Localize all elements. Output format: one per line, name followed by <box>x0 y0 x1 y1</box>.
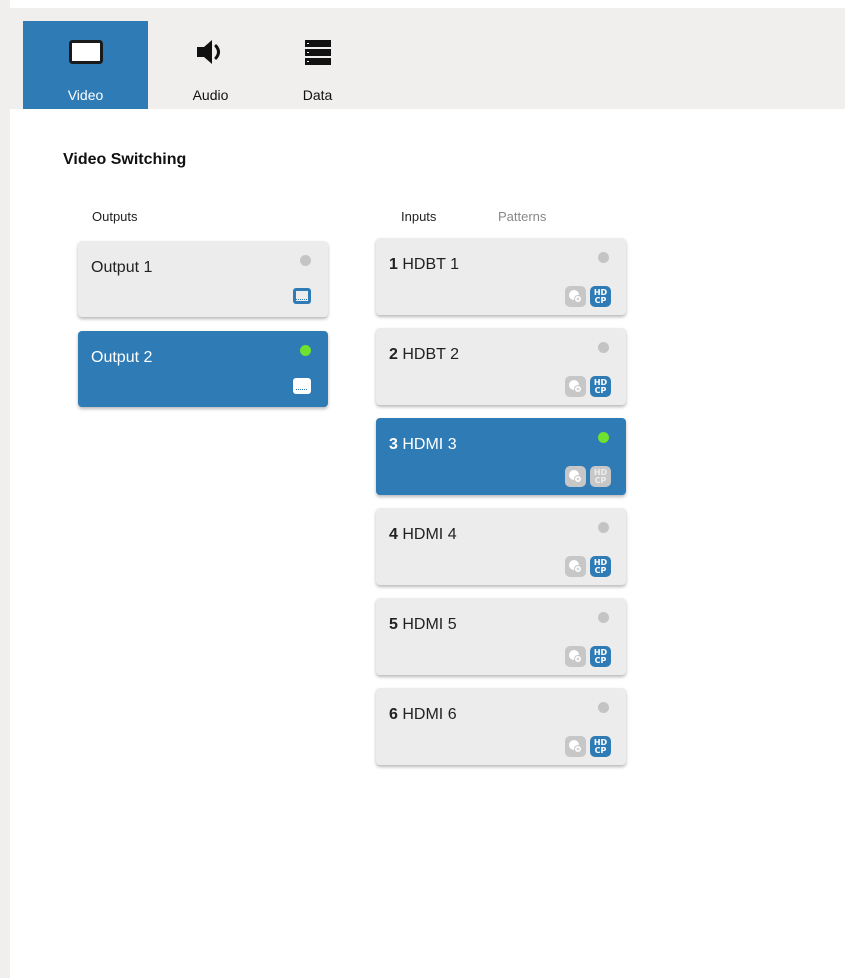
signal-indicator <box>300 345 311 356</box>
signal-indicator <box>598 252 609 263</box>
signal-indicator <box>598 432 609 443</box>
hdcp-text-line: CP <box>594 385 607 395</box>
monitor-icon <box>23 37 148 67</box>
input-name: HDMI 6 <box>402 706 457 723</box>
input-badges: HD CP <box>565 646 611 667</box>
hdcp-text: HD CP <box>594 648 607 665</box>
signal-indicator <box>598 342 609 353</box>
link-icon[interactable] <box>565 286 586 307</box>
link-icon[interactable] <box>565 646 586 667</box>
input-name: HDMI 3 <box>402 436 457 453</box>
tab-label: Data <box>302 87 333 103</box>
hdcp-text-line: CP <box>594 295 607 305</box>
input-card[interactable]: 5 HDMI 5 HD CP <box>376 598 626 675</box>
input-badges: HD CP <box>565 286 611 307</box>
patterns-header[interactable]: Patterns <box>498 209 546 224</box>
input-number: 4 <box>389 526 398 543</box>
input-name: HDBT 1 <box>402 256 459 273</box>
input-card[interactable]: 2 HDBT 2 HD CP <box>376 328 626 405</box>
output-label: Output 2 <box>91 349 153 366</box>
monitor-icon <box>292 287 312 305</box>
input-number: 2 <box>389 346 398 363</box>
input-number: 3 <box>389 436 398 453</box>
signal-indicator <box>598 522 609 533</box>
input-label: 1 HDBT 1 <box>389 256 459 274</box>
hdcp-text: HD CP <box>594 288 607 305</box>
tab-label: Video <box>67 87 104 103</box>
signal-indicator <box>598 702 609 713</box>
input-card[interactable]: 4 HDMI 4 HD CP <box>376 508 626 585</box>
page-title: Video Switching <box>63 151 187 168</box>
input-label: 5 HDMI 5 <box>389 616 457 634</box>
hdcp-text-line: CP <box>594 475 607 485</box>
server-icon <box>255 37 380 67</box>
hdcp-text-line: CP <box>594 565 607 575</box>
input-label: 2 HDBT 2 <box>389 346 459 364</box>
input-name: HDMI 4 <box>402 526 457 543</box>
input-label: 6 HDMI 6 <box>389 706 457 724</box>
output-label: Output 1 <box>91 259 153 276</box>
output-card[interactable]: Output 2 <box>78 331 328 407</box>
output-card[interactable]: Output 1 <box>78 241 328 317</box>
signal-indicator <box>598 612 609 623</box>
input-card[interactable]: 1 HDBT 1 HD CP <box>376 238 626 315</box>
input-number: 1 <box>389 256 398 273</box>
signal-indicator <box>300 255 311 266</box>
hdcp-icon[interactable]: HD CP <box>590 376 611 397</box>
link-icon[interactable] <box>565 556 586 577</box>
link-icon[interactable] <box>565 736 586 757</box>
hdcp-text-line: CP <box>594 745 607 755</box>
hdcp-icon[interactable]: HD CP <box>590 736 611 757</box>
hdcp-text: HD CP <box>594 558 607 575</box>
outputs-header: Outputs <box>92 209 138 224</box>
input-name: HDBT 2 <box>402 346 459 363</box>
input-badges: HD CP <box>565 376 611 397</box>
input-number: 6 <box>389 706 398 723</box>
link-icon[interactable] <box>565 466 586 487</box>
hdcp-text: HD CP <box>594 468 607 485</box>
link-icon[interactable] <box>565 376 586 397</box>
hdcp-icon[interactable]: HD CP <box>590 556 611 577</box>
tab-data[interactable]: Data <box>255 21 380 109</box>
input-badges: HD CP <box>565 556 611 577</box>
hdcp-text: HD CP <box>594 378 607 395</box>
input-badges: HD CP <box>565 466 611 487</box>
input-name: HDMI 5 <box>402 616 457 633</box>
left-rail <box>0 0 10 978</box>
hdcp-icon[interactable]: HD CP <box>590 466 611 487</box>
monitor-icon <box>292 377 312 395</box>
hdcp-icon[interactable]: HD CP <box>590 286 611 307</box>
tab-video[interactable]: Video <box>23 21 148 109</box>
hdcp-icon[interactable]: HD CP <box>590 646 611 667</box>
hdcp-text-line: CP <box>594 655 607 665</box>
input-label: 4 HDMI 4 <box>389 526 457 544</box>
input-label: 3 HDMI 3 <box>389 436 457 454</box>
inputs-header[interactable]: Inputs <box>401 209 436 224</box>
input-number: 5 <box>389 616 398 633</box>
input-badges: HD CP <box>565 736 611 757</box>
input-card[interactable]: 3 HDMI 3 HD CP <box>376 418 626 495</box>
hdcp-text: HD CP <box>594 738 607 755</box>
input-card[interactable]: 6 HDMI 6 HD CP <box>376 688 626 765</box>
